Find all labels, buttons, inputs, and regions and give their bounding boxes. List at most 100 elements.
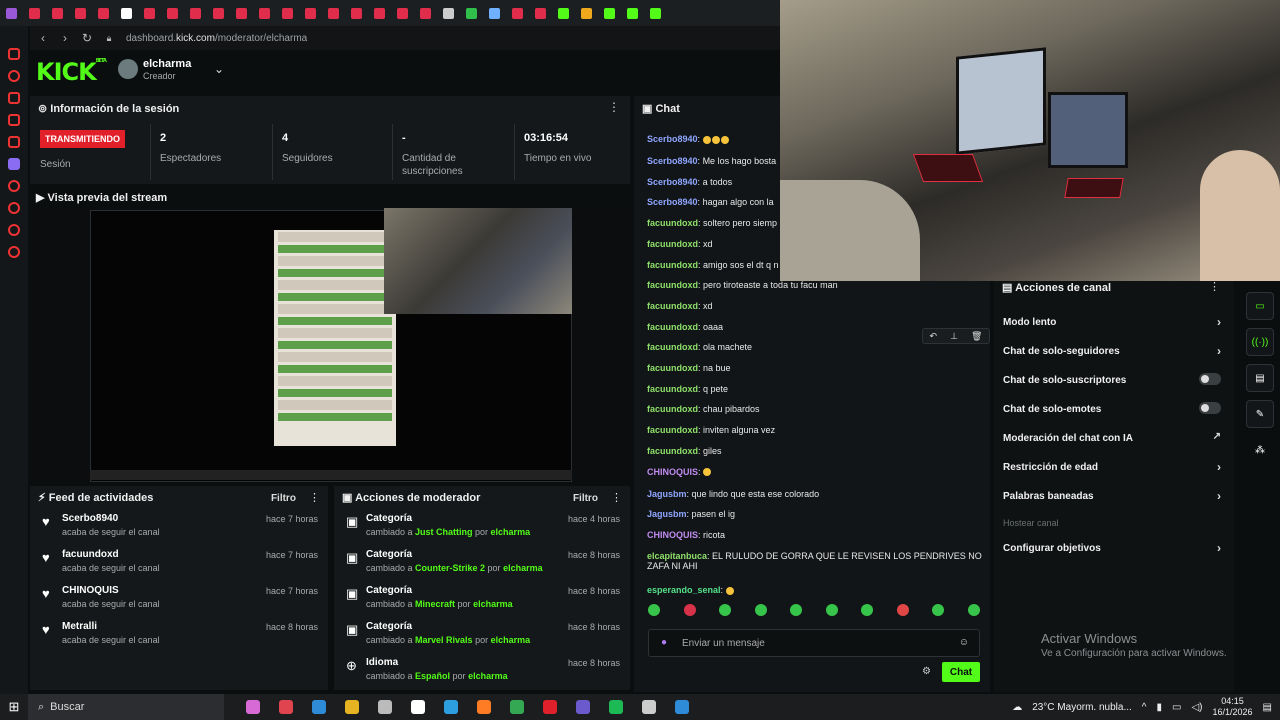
mod-action-item[interactable]: ▣ Categoría cambiado a Counter-Strike 2 po… xyxy=(334,544,630,580)
chat-username[interactable]: Jagusbm xyxy=(647,489,687,499)
chat-username[interactable]: Scerbo8940 xyxy=(647,177,698,187)
sidebar-app-icon[interactable] xyxy=(8,180,20,192)
address-bar[interactable]: ‹ › ↻ 🔒︎ dashboard.kick.com/moderator/el… xyxy=(30,26,780,50)
chat-message[interactable]: Jagusbm: que lindo que esta ese colorado xyxy=(647,489,819,499)
wrench-icon[interactable]: ✎ xyxy=(1246,400,1274,428)
browser-tab[interactable] xyxy=(414,0,437,26)
channel-action-item[interactable]: Configurar objetivos › xyxy=(1003,541,1225,555)
notifications-icon[interactable]: ▤ xyxy=(1263,702,1272,713)
browser-tab[interactable] xyxy=(46,0,69,26)
taskbar-app[interactable] xyxy=(236,700,269,714)
taskbar-app[interactable] xyxy=(269,700,302,714)
mod-action-item[interactable]: ▣ Categoría cambiado a Minecraft por elcha… xyxy=(334,580,630,616)
taskbar-app[interactable] xyxy=(665,700,698,714)
mod-action-user[interactable]: elcharma xyxy=(491,635,531,645)
chat-message[interactable]: facuundoxd: inviten alguna vez xyxy=(647,425,775,435)
start-icon[interactable]: ⊞ xyxy=(0,699,28,715)
chat-username[interactable]: facuundoxd xyxy=(647,425,698,435)
sidebar-app-icon[interactable] xyxy=(8,70,20,82)
chat-message[interactable]: Scerbo8940: xyxy=(647,134,730,144)
chat-message[interactable]: CHINOQUIS: xyxy=(647,467,712,477)
mod-action-item[interactable]: ▣ Categoría cambiado a Just Chatting por e… xyxy=(334,508,630,544)
emote-icon[interactable] xyxy=(861,604,874,616)
taskbar-app[interactable] xyxy=(500,700,533,714)
chat-message[interactable]: facuundoxd: amigo sos el dt q n xyxy=(647,260,779,270)
settings-icon[interactable] xyxy=(8,246,20,258)
browser-tab[interactable] xyxy=(437,0,460,26)
browser-tab[interactable] xyxy=(230,0,253,26)
mod-action-user[interactable]: elcharma xyxy=(468,671,508,681)
sidebar-app-icon[interactable] xyxy=(8,224,20,236)
browser-tab[interactable] xyxy=(322,0,345,26)
mod-action-item[interactable]: ⊕ Idioma cambiado a Español por elcharma ha… xyxy=(334,652,630,688)
browser-tab[interactable] xyxy=(69,0,92,26)
clock[interactable]: 04:15 16/1/2026 xyxy=(1213,696,1253,718)
channel-action-item[interactable]: Restricción de edad › xyxy=(1003,460,1225,474)
chat-username[interactable]: CHINOQUIS xyxy=(647,467,698,477)
emote-icon[interactable] xyxy=(932,604,945,616)
broadcast-icon[interactable]: ((·)) xyxy=(1246,328,1274,356)
taskbar-search[interactable]: ⌕ Buscar xyxy=(28,694,224,720)
more-options-icon[interactable]: ⋮ xyxy=(1209,280,1220,293)
filter-button[interactable]: Filtro xyxy=(573,493,598,504)
battery-icon[interactable]: ▮ xyxy=(1157,702,1163,713)
nodes-icon[interactable]: ⁂ xyxy=(1246,436,1274,464)
chat-username[interactable]: Jagusbm xyxy=(647,509,687,519)
browser-tab[interactable] xyxy=(368,0,391,26)
chat-message[interactable]: facuundoxd: ola machete xyxy=(647,342,752,352)
taskbar-app[interactable] xyxy=(434,700,467,714)
chat-username[interactable]: CHINOQUIS xyxy=(647,530,698,540)
chat-message[interactable]: elcapitanbuca: EL RULUDO DE GORRA QUE LE… xyxy=(647,551,982,571)
chat-username[interactable]: facuundoxd xyxy=(647,280,698,290)
chat-message[interactable]: facuundoxd: giles xyxy=(647,446,722,456)
back-icon[interactable]: ‹ xyxy=(34,31,52,45)
taskbar-app[interactable] xyxy=(632,700,665,714)
chat-message[interactable]: facuundoxd: xd xyxy=(647,301,713,311)
chat-username[interactable]: facuundoxd xyxy=(647,239,698,249)
undo-icon[interactable]: ↶ xyxy=(930,331,938,342)
chat-username[interactable]: esperando_senal xyxy=(647,585,721,595)
channel-action-item[interactable]: Chat de solo-emotes xyxy=(1003,402,1225,415)
chat-username[interactable]: elcapitanbuca xyxy=(647,551,707,561)
reload-icon[interactable]: ↻ xyxy=(78,31,96,45)
browser-tab[interactable] xyxy=(575,0,598,26)
mod-action-user[interactable]: elcharma xyxy=(503,563,543,573)
mod-action-item[interactable]: ▣ Categoría cambiado a Marvel Rivals por e… xyxy=(334,616,630,652)
browser-tab[interactable] xyxy=(276,0,299,26)
chat-username[interactable]: facuundoxd xyxy=(647,446,698,456)
chat-message[interactable]: esperando_senal: xyxy=(647,585,735,595)
chat-message[interactable]: facuundoxd: pero tiroteaste a toda tu fa… xyxy=(647,280,838,290)
history-icon[interactable] xyxy=(8,202,20,214)
chat-message[interactable]: CHINOQUIS: ricota xyxy=(647,530,725,540)
channel-action-item[interactable]: Moderación del chat con IA ↗ xyxy=(1003,431,1225,444)
chat-username[interactable]: facuundoxd xyxy=(647,384,698,394)
chat-message[interactable]: Scerbo8940: Me los hago bosta xyxy=(647,156,776,166)
browser-tab[interactable] xyxy=(345,0,368,26)
chat-username[interactable]: Scerbo8940 xyxy=(647,197,698,207)
forward-icon[interactable]: › xyxy=(56,31,74,45)
chat-message[interactable]: facuundoxd: oaaa xyxy=(647,322,723,332)
browser-tab[interactable] xyxy=(299,0,322,26)
browser-tab[interactable] xyxy=(0,0,23,26)
chat-message[interactable]: facuundoxd: chau pibardos xyxy=(647,404,760,414)
twitch-icon[interactable] xyxy=(8,158,20,170)
sidebar-app-icon[interactable] xyxy=(8,114,20,126)
more-options-icon[interactable]: ⋮ xyxy=(309,492,320,504)
browser-tab[interactable] xyxy=(506,0,529,26)
chat-username[interactable]: facuundoxd xyxy=(647,218,698,228)
channel-action-item[interactable]: Chat de solo-seguidores › xyxy=(1003,344,1225,358)
chat-message[interactable]: Scerbo8940: a todos xyxy=(647,177,732,187)
delete-icon[interactable]: 🗑︎ xyxy=(971,331,982,342)
browser-tab[interactable] xyxy=(23,0,46,26)
more-options-icon[interactable]: ⋮ xyxy=(611,492,622,504)
emote-icon[interactable] xyxy=(790,604,803,616)
browser-tab[interactable] xyxy=(207,0,230,26)
taskbar-app[interactable] xyxy=(401,700,434,714)
emote-icon[interactable] xyxy=(754,604,767,616)
taskbar-app[interactable] xyxy=(467,700,500,714)
taskbar-app[interactable] xyxy=(533,700,566,714)
volume-icon[interactable]: ◁) xyxy=(1191,702,1202,713)
mod-action-target[interactable]: Just Chatting xyxy=(415,527,473,537)
taskbar-app[interactable] xyxy=(368,700,401,714)
browser-tab[interactable] xyxy=(115,0,138,26)
